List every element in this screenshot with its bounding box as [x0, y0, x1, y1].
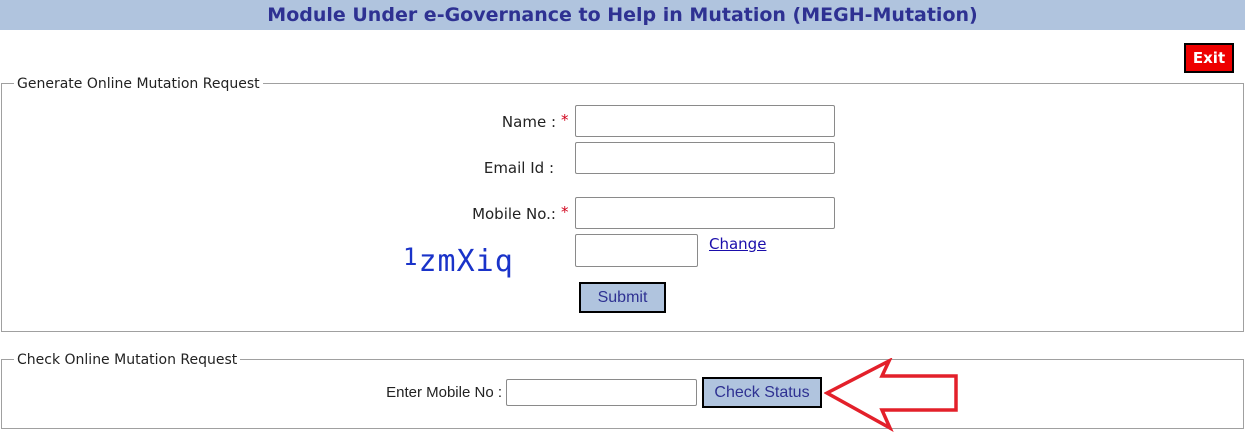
- arrow-outline: [824, 358, 958, 432]
- name-input[interactable]: [575, 105, 835, 137]
- captcha-char: 1: [403, 243, 419, 271]
- email-input[interactable]: [575, 142, 835, 174]
- email-label: Email Id :: [483, 159, 554, 177]
- name-required-mark: *: [561, 111, 569, 129]
- page-header: Module Under e-Governance to Help in Mut…: [0, 0, 1245, 30]
- captcha-text: zmXiq: [418, 244, 514, 279]
- check-mobile-input[interactable]: [506, 379, 697, 406]
- name-label: Name :: [501, 113, 556, 131]
- check-mobile-label: Enter Mobile No :: [386, 384, 502, 401]
- change-captcha-link[interactable]: Change: [709, 235, 766, 253]
- arrow-left-icon: [824, 358, 958, 432]
- generate-panel-legend: Generate Online Mutation Request: [14, 75, 263, 93]
- page-title: Module Under e-Governance to Help in Mut…: [267, 4, 978, 26]
- captcha-input[interactable]: [575, 234, 698, 267]
- mobile-label: Mobile No.:: [472, 205, 556, 223]
- check-panel-legend: Check Online Mutation Request: [14, 351, 241, 369]
- check-status-button[interactable]: Check Status: [702, 377, 822, 408]
- mobile-input[interactable]: [575, 197, 835, 229]
- captcha-image: 1zmXiq: [403, 243, 514, 279]
- submit-button[interactable]: Submit: [579, 282, 666, 313]
- mobile-required-mark: *: [561, 203, 569, 221]
- exit-button[interactable]: Exit: [1184, 43, 1234, 73]
